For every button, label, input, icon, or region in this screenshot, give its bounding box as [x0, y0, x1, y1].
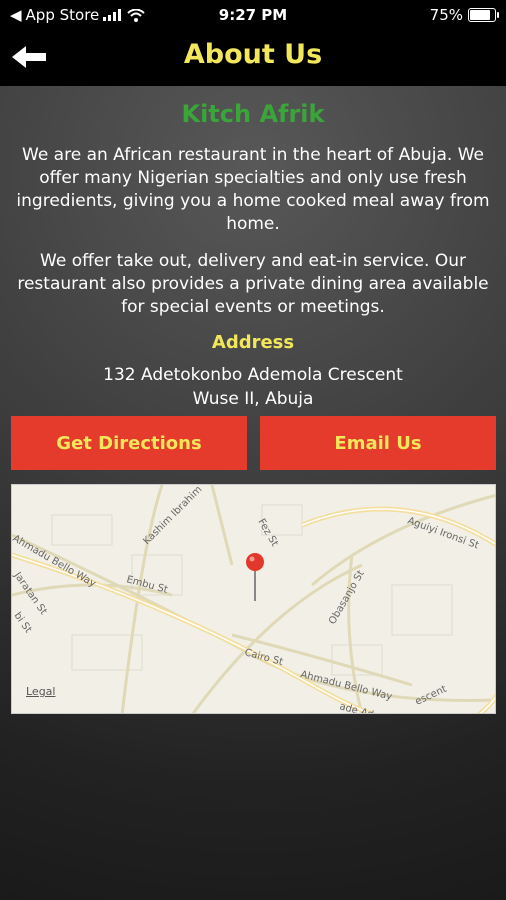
get-directions-button[interactable]: Get Directions [11, 416, 247, 470]
status-right: 75% [429, 6, 499, 24]
status-bar: ◀ App Store 9:27 PM 75% [0, 0, 506, 30]
about-content: Kitch Afrik We are an African restaurant… [0, 86, 506, 900]
map-legal-link[interactable]: Legal [26, 685, 55, 698]
battery-icon [468, 8, 499, 22]
address-line-2: Wuse II, Abuja [192, 389, 314, 409]
services-paragraph: We offer take out, delivery and eat-in s… [17, 251, 489, 317]
map-canvas[interactable]: Kashim Ibrahim Fez St Aguiyi Ironsi St A… [12, 485, 496, 714]
nav-bar: About Us [0, 30, 506, 86]
address-heading: Address [211, 332, 295, 353]
intro-paragraph: We are an African restaurant in the hear… [16, 145, 490, 234]
page-title: About Us [183, 39, 323, 70]
battery-percent: 75% [429, 6, 463, 24]
address-line-1: 132 Adetokonbo Ademola Crescent [103, 365, 403, 385]
location-map[interactable]: Kashim Ibrahim Fez St Aguiyi Ironsi St A… [11, 484, 496, 714]
restaurant-name: Kitch Afrik [181, 100, 325, 128]
email-us-button[interactable]: Email Us [260, 416, 496, 470]
address-text: 132 Adetokonbo Ademola Crescent Wuse II,… [0, 363, 506, 411]
